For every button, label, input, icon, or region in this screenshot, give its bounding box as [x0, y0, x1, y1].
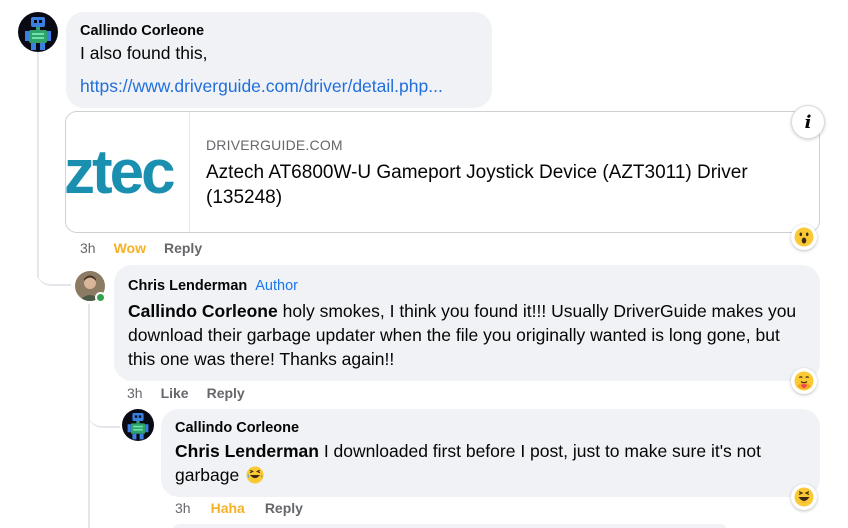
comment-actions: 3h Haha Reply: [175, 500, 317, 516]
link-preview-thumbnail: ztec: [66, 112, 190, 232]
info-icon[interactable]: i: [791, 105, 825, 139]
haha-emoji-icon[interactable]: [791, 484, 817, 510]
link-preview-card[interactable]: ztec DRIVERGUIDE.COM Aztech AT6800W-U Ga…: [65, 111, 820, 233]
comment-text: Chris Lenderman I downloaded first befor…: [175, 439, 805, 487]
thumbnail-logo-text: ztec: [65, 138, 176, 207]
wow-emoji-icon[interactable]: [791, 224, 817, 250]
laughing-emoji-icon: [246, 466, 264, 484]
care-emoji-icon[interactable]: [791, 368, 817, 394]
comment-text: I also found this,: [80, 43, 208, 63]
online-status-indicator: [95, 292, 106, 303]
reply-button[interactable]: Reply: [164, 240, 202, 256]
avatar[interactable]: [122, 409, 154, 441]
reply-button[interactable]: Reply: [207, 385, 245, 401]
comment-link[interactable]: https://www.driverguide.com/driver/detai…: [80, 76, 443, 97]
comment-actions: 3h Wow Reply: [80, 240, 216, 256]
comment-time[interactable]: 3h: [127, 385, 143, 401]
author-badge: Author: [255, 278, 298, 294]
thread-connector: [37, 250, 71, 286]
comment-author[interactable]: Callindo Corleone: [80, 23, 204, 39]
comment-bubble: Chris Lenderman Author Callindo Corleone …: [114, 265, 820, 381]
like-button[interactable]: Like: [161, 385, 189, 401]
comment-time[interactable]: 3h: [175, 500, 191, 516]
link-preview-domain: DRIVERGUIDE.COM: [206, 137, 343, 153]
comment-text: Callindo Corleone holy smokes, I think y…: [128, 299, 808, 371]
thread-connector: [88, 400, 120, 428]
avatar-robot-icon: [122, 409, 154, 441]
mention-link[interactable]: Callindo Corleone: [128, 301, 278, 321]
next-comment-bubble-edge: [172, 524, 728, 528]
comment-actions: 3h Like Reply: [127, 385, 259, 401]
link-preview-title: Aztech AT6800W-U Gameport Joystick Devic…: [206, 162, 748, 208]
thread-line: [37, 52, 39, 278]
avatar[interactable]: [18, 12, 58, 52]
mention-link[interactable]: Chris Lenderman: [175, 441, 319, 461]
avatar-robot-icon: [18, 12, 58, 52]
comment-bubble: Callindo Corleone I also found this, htt…: [66, 12, 492, 108]
comment-author[interactable]: Chris Lenderman: [128, 278, 247, 294]
reply-button[interactable]: Reply: [265, 500, 303, 516]
reaction-wow-button[interactable]: Wow: [114, 240, 146, 256]
comment-bubble: Callindo Corleone Chris Lenderman I down…: [161, 409, 820, 497]
reaction-haha-button[interactable]: Haha: [211, 500, 245, 516]
comment-author[interactable]: Callindo Corleone: [175, 420, 299, 436]
comment-time[interactable]: 3h: [80, 240, 96, 256]
